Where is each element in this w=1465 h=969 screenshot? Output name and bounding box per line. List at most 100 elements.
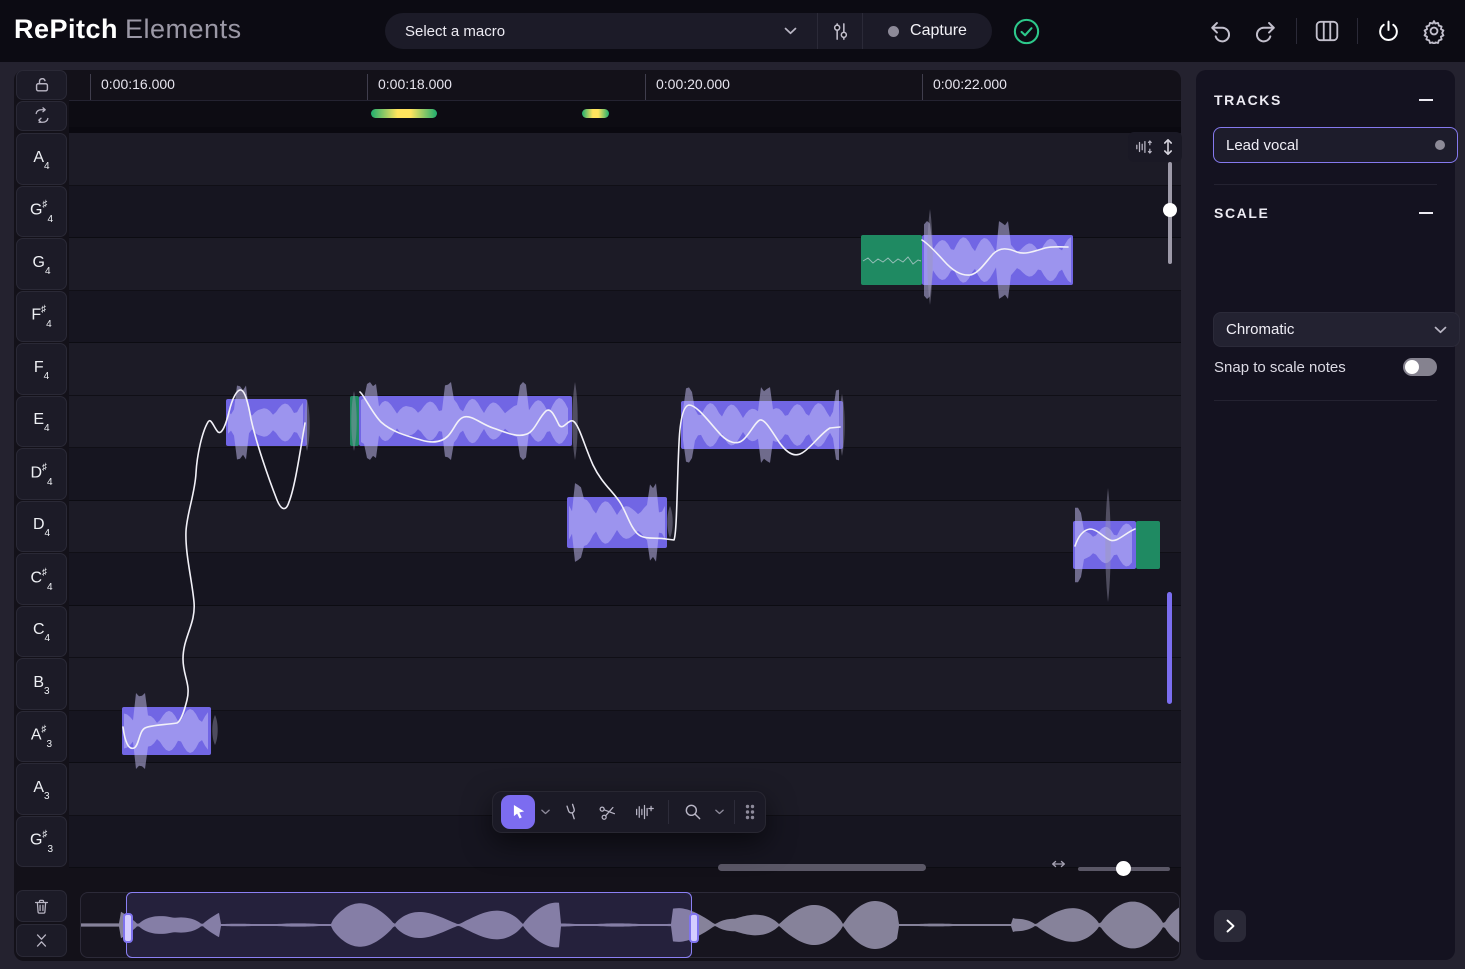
timeline-label: 0:00:18.000 <box>378 76 452 92</box>
note-waveform <box>1075 508 1132 582</box>
key-label: A4 <box>33 149 49 169</box>
note-waveform <box>924 221 1071 299</box>
key-D#4[interactable]: D♯4 <box>16 448 67 500</box>
trim-collapse-icon <box>32 931 51 950</box>
snap-toggle[interactable] <box>1403 358 1437 376</box>
redo-button[interactable] <box>1250 15 1282 47</box>
vertical-zoom-knob[interactable] <box>1163 203 1177 217</box>
trim-button[interactable] <box>16 924 67 957</box>
key-G#3[interactable]: G♯3 <box>16 816 67 868</box>
key-label: C♯4 <box>30 568 52 590</box>
timeline-tick <box>922 74 923 100</box>
panel-layout-button[interactable] <box>1311 15 1343 47</box>
scale-title: SCALE <box>1214 205 1269 221</box>
divider <box>1357 18 1358 44</box>
note-grid[interactable] <box>69 133 1181 868</box>
waveform-overview[interactable] <box>80 892 1180 958</box>
pitch-editor-panel: A4 G♯4G4F♯4 F4 E4 D♯4 D4 C♯4 C4 B3A♯3A3 G♯3 0:00:… <box>14 70 1181 961</box>
chevron-down-icon <box>784 27 797 35</box>
undo-button[interactable] <box>1204 15 1236 47</box>
scissors-tool-button[interactable] <box>592 796 624 828</box>
key-label: F4 <box>34 359 49 379</box>
selection-start-handle[interactable] <box>123 913 133 943</box>
key-B3[interactable]: B3 <box>16 658 67 710</box>
key-G#4[interactable]: G♯4 <box>16 186 67 238</box>
key-F#4[interactable]: F♯4 <box>16 291 67 343</box>
horizontal-scrollbar[interactable] <box>718 864 926 871</box>
macro-correction-segment <box>582 109 609 118</box>
key-C#4[interactable]: C♯4 <box>16 553 67 605</box>
brand-edition: Elements <box>125 14 242 44</box>
divider <box>1214 400 1437 401</box>
vertical-zoom-chip <box>1128 132 1182 162</box>
key-label: G♯3 <box>30 830 53 852</box>
scale-section-header: SCALE <box>1214 205 1437 221</box>
chevron-down-icon <box>1434 326 1447 334</box>
timeline-ruler[interactable]: 0:00:16.000 0:00:18.000 0:00:20.000 0:00:22… <box>69 70 1181 101</box>
key-G4[interactable]: G4 <box>16 238 67 290</box>
macro-correction-segment <box>371 109 437 118</box>
lock-button[interactable] <box>16 70 67 100</box>
key-F4[interactable]: F4 <box>16 343 67 395</box>
key-label: E4 <box>33 411 49 431</box>
panel-expand-button[interactable] <box>1214 910 1246 942</box>
pitch-fork-tool-button[interactable] <box>556 796 588 828</box>
capture-ready-check-icon <box>1013 18 1040 45</box>
note-waveform <box>124 693 208 769</box>
vertical-zoom-icon[interactable] <box>1161 138 1175 156</box>
overview-selection-region[interactable] <box>126 892 692 958</box>
side-panel: TRACKS Lead vocal SCALE Chromatic Snap t… <box>1196 70 1455 960</box>
selection-end-handle[interactable] <box>689 913 699 943</box>
macro-indicator-strip <box>69 101 1181 127</box>
horizontal-zoom-knob[interactable] <box>1116 861 1131 876</box>
scale-collapse-button[interactable] <box>1415 208 1437 218</box>
delete-button[interactable] <box>16 890 67 922</box>
note-waveform <box>228 385 303 459</box>
select-tool-chevron-icon[interactable] <box>539 809 552 815</box>
key-C4[interactable]: C4 <box>16 606 67 658</box>
key-A#3[interactable]: A♯3 <box>16 711 67 763</box>
macro-select-dropdown[interactable]: Select a macro <box>385 13 817 49</box>
record-dot-icon <box>888 26 899 37</box>
waveform-height-icon[interactable] <box>1135 139 1153 155</box>
key-label: C4 <box>33 621 50 641</box>
key-A4[interactable]: A4 <box>16 133 67 185</box>
settings-gear-button[interactable] <box>1418 15 1450 47</box>
note-green-segment[interactable] <box>1136 521 1160 569</box>
toolbar-drag-handle[interactable] <box>743 803 757 821</box>
waveform-spike <box>212 715 217 745</box>
key-A3[interactable]: A3 <box>16 763 67 815</box>
snap-toggle-knob <box>1405 360 1419 374</box>
power-button[interactable] <box>1372 15 1404 47</box>
repitch-window: RePitchElements Select a macro <box>0 0 1465 969</box>
macro-settings-button[interactable] <box>818 13 862 49</box>
tracks-title: TRACKS <box>1214 92 1282 108</box>
key-E4[interactable]: E4 <box>16 396 67 448</box>
scale-select-dropdown[interactable]: Chromatic <box>1213 312 1460 347</box>
note-waveform <box>569 483 665 562</box>
zoom-tool-button[interactable] <box>677 796 709 828</box>
track-item-lead-vocal[interactable]: Lead vocal <box>1213 127 1458 163</box>
divider <box>734 800 735 824</box>
unlock-icon <box>32 75 52 95</box>
select-tool-button[interactable] <box>501 795 535 829</box>
key-label: D4 <box>33 516 50 536</box>
top-bar: RePitchElements Select a macro <box>0 0 1465 62</box>
timeline-label: 0:00:22.000 <box>933 76 1007 92</box>
sliders-icon <box>830 21 851 42</box>
trash-icon <box>32 897 51 916</box>
timeline-label: 0:00:20.000 <box>656 76 730 92</box>
vertical-scrollbar[interactable] <box>1167 592 1172 704</box>
loop-button[interactable] <box>16 101 67 131</box>
timeline-label: 0:00:16.000 <box>101 76 175 92</box>
key-D4[interactable]: D4 <box>16 501 67 553</box>
note-detect-tool-button[interactable] <box>628 796 660 828</box>
snap-to-scale-row: Snap to scale notes <box>1214 358 1437 376</box>
horizontal-zoom-icon <box>1050 857 1067 871</box>
capture-button[interactable]: Capture <box>863 13 992 49</box>
loop-icon <box>32 106 52 126</box>
zoom-tool-chevron-icon[interactable] <box>713 809 726 815</box>
tracks-collapse-button[interactable] <box>1415 95 1437 105</box>
macro-control-group: Select a macro Capture <box>385 13 992 49</box>
brand-name: RePitch <box>14 14 118 44</box>
